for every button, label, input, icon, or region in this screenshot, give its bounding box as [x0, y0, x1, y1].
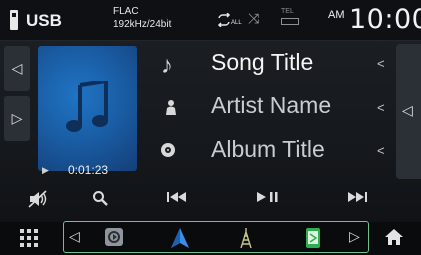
- clock-time: 10:00: [349, 4, 421, 35]
- navigation-icon[interactable]: [171, 228, 189, 253]
- strip-scroll-right-icon[interactable]: ▷: [349, 228, 360, 245]
- strip-scroll-left-icon[interactable]: ◁: [69, 228, 80, 245]
- album-art[interactable]: [38, 46, 137, 171]
- shuffle-icon: ⤨: [248, 10, 260, 26]
- svg-text:ALL: ALL: [231, 20, 242, 26]
- chevron-left-icon: ◁: [11, 60, 23, 76]
- skip-next-icon[interactable]: [346, 190, 368, 208]
- song-title: Song Title: [211, 49, 314, 75]
- usb-icon: [10, 10, 18, 30]
- battery-icon: [281, 18, 299, 25]
- elapsed-time: 0:01:23: [68, 163, 109, 177]
- search-icon[interactable]: [92, 190, 108, 210]
- album-title: Album Title: [211, 136, 325, 162]
- left-panel-down[interactable]: ▷: [4, 96, 30, 141]
- disc-icon: [158, 142, 178, 163]
- phone-status-icon: TEL: [281, 7, 299, 25]
- left-panel-up[interactable]: ◁: [4, 46, 30, 91]
- home-icon[interactable]: [384, 228, 404, 251]
- artist-scroll-icon[interactable]: <: [377, 100, 385, 115]
- chevron-left-icon: ◁: [402, 102, 413, 118]
- play-status-icon: ▶: [42, 165, 49, 175]
- chevron-right-icon: ▷: [11, 110, 23, 126]
- clock-ampm: AM: [328, 9, 345, 21]
- play-pause-icon[interactable]: [255, 190, 283, 208]
- source-label[interactable]: USB: [26, 11, 62, 31]
- person-icon: [161, 99, 181, 120]
- media-player-screen: USB FLAC 192kHz/24bit ALL ⤨ TEL AM 10:00…: [0, 0, 421, 255]
- media-app-icon[interactable]: [105, 228, 123, 251]
- audio-format-rate: 192kHz/24bit: [113, 19, 172, 30]
- music-note-icon: ♪: [161, 52, 173, 79]
- skip-previous-icon[interactable]: [166, 190, 188, 208]
- album-scroll-icon[interactable]: <: [377, 143, 385, 158]
- tel-label: TEL: [281, 8, 294, 15]
- music-note-icon: [66, 81, 108, 132]
- tuner-antenna-icon[interactable]: [240, 228, 252, 253]
- artist-name: Artist Name: [211, 92, 332, 118]
- audio-format-codec: FLAC: [113, 6, 139, 17]
- grid-menu-icon[interactable]: [20, 229, 38, 247]
- speaker-mute-icon[interactable]: [28, 190, 50, 212]
- phone-app-icon[interactable]: [306, 228, 320, 253]
- title-scroll-icon[interactable]: <: [377, 56, 385, 71]
- right-panel-tab[interactable]: ◁: [396, 44, 421, 179]
- repeat-all-icon: ALL: [217, 12, 243, 29]
- status-bar: USB FLAC 192kHz/24bit ALL ⤨ TEL AM 10:00: [0, 0, 421, 41]
